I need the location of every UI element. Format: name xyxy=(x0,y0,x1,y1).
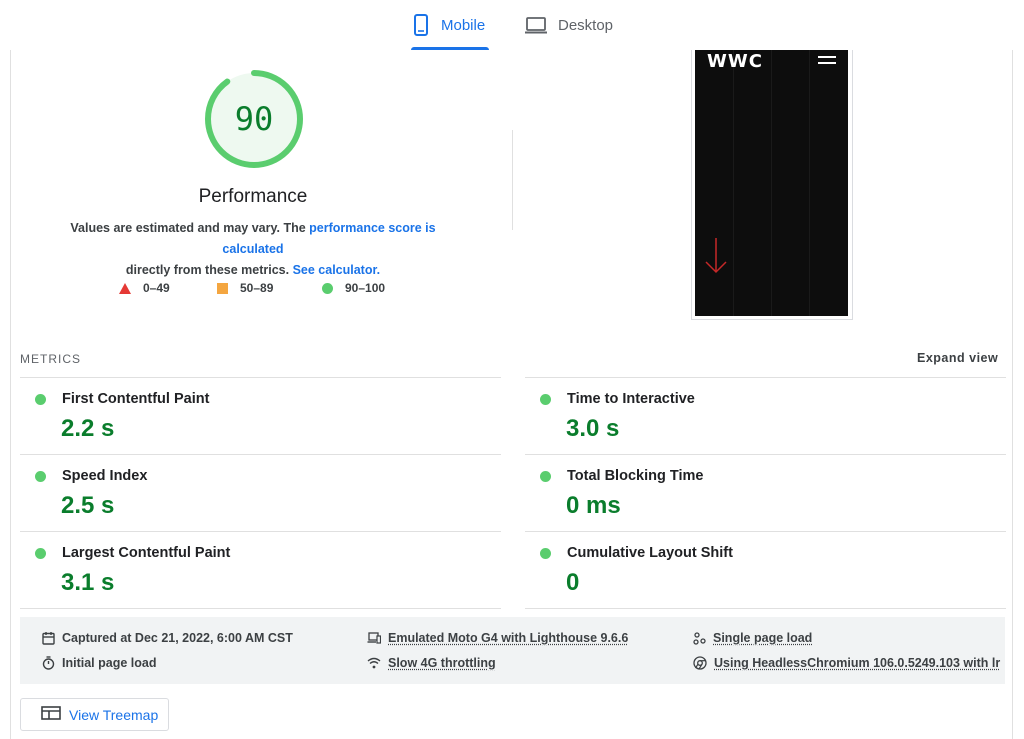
metric-value: 2.2 s xyxy=(61,415,115,442)
metric-value: 0 ms xyxy=(566,492,621,519)
pass-circle-icon xyxy=(35,548,46,559)
single-page-load-text: Single page load xyxy=(713,631,813,645)
single-page-load[interactable]: Single page load xyxy=(693,631,812,645)
browser-version[interactable]: Using HeadlessChromium 106.0.5249.103 wi… xyxy=(693,656,1000,670)
nodes-icon xyxy=(693,631,706,645)
wifi-icon xyxy=(367,657,381,669)
pass-circle-icon xyxy=(540,394,551,405)
performance-score: 90 xyxy=(234,100,274,138)
legend-pass: 90–100 xyxy=(322,281,385,295)
legend-fail-label: 0–49 xyxy=(143,281,170,295)
tab-mobile[interactable]: Mobile xyxy=(411,0,489,50)
metric-cumulative-layout-shift: Cumulative Layout Shift 0 xyxy=(525,531,1006,609)
laptop-icon xyxy=(524,15,548,35)
panel-border-left xyxy=(10,50,11,739)
treemap-icon xyxy=(41,706,61,723)
tab-desktop[interactable]: Desktop xyxy=(524,0,624,50)
chrome-icon xyxy=(693,656,707,670)
vertical-divider xyxy=(512,130,513,230)
legend-average-label: 50–89 xyxy=(240,281,274,295)
network-throttling[interactable]: Slow 4G throttling xyxy=(367,656,496,670)
pass-circle-icon xyxy=(540,471,551,482)
device-tabs: Mobile Desktop xyxy=(0,0,1024,50)
metrics-heading: METRICS xyxy=(20,352,81,366)
performance-description: Values are estimated and may vary. The p… xyxy=(40,218,466,281)
legend-fail: 0–49 xyxy=(119,281,170,295)
captured-at-text: Captured at Dec 21, 2022, 6:00 AM CST xyxy=(62,631,293,645)
network-throttling-text: Slow 4G throttling xyxy=(388,656,496,670)
captured-at: Captured at Dec 21, 2022, 6:00 AM CST xyxy=(42,631,293,645)
square-icon xyxy=(217,282,228,294)
metric-title: Cumulative Layout Shift xyxy=(567,545,733,561)
metric-value: 2.5 s xyxy=(61,492,115,519)
stopwatch-icon xyxy=(42,656,55,670)
runtime-settings: Captured at Dec 21, 2022, 6:00 AM CST In… xyxy=(20,617,1005,684)
legend-average: 50–89 xyxy=(217,281,273,295)
triangle-icon xyxy=(119,282,131,294)
desc-middle: directly from these metrics. xyxy=(125,263,293,277)
see-calculator-link[interactable]: See calculator. xyxy=(293,263,381,277)
expand-view-button[interactable]: Expand view xyxy=(917,351,998,365)
metric-value: 3.0 s xyxy=(566,415,620,442)
metric-speed-index: Speed Index 2.5 s xyxy=(20,454,501,532)
legend-pass-label: 90–100 xyxy=(345,281,386,295)
smartphone-icon xyxy=(411,14,431,36)
pass-circle-icon xyxy=(35,394,46,405)
metric-total-blocking-time: Total Blocking Time 0 ms xyxy=(525,454,1006,532)
calendar-icon xyxy=(42,631,55,645)
initial-page-load-text: Initial page load xyxy=(62,656,157,670)
site-logo: WWC xyxy=(707,51,763,72)
metric-title: Largest Contentful Paint xyxy=(62,545,231,561)
metric-title: Total Blocking Time xyxy=(567,468,704,484)
devices-icon xyxy=(367,632,381,644)
performance-gauge: 90 xyxy=(203,68,305,170)
panel-border-right xyxy=(1012,50,1013,739)
browser-version-text: Using HeadlessChromium 106.0.5249.103 wi… xyxy=(714,656,1001,670)
emulated-device-text: Emulated Moto G4 with Lighthouse 9.6.6 xyxy=(388,631,629,645)
circle-icon xyxy=(322,282,333,294)
metric-title: Time to Interactive xyxy=(567,391,695,407)
metric-title: First Contentful Paint xyxy=(62,391,210,407)
metric-first-contentful-paint: First Contentful Paint 2.2 s xyxy=(20,377,501,455)
metric-title: Speed Index xyxy=(62,468,148,484)
initial-page-load: Initial page load xyxy=(42,656,156,670)
pass-circle-icon xyxy=(540,548,551,559)
metric-value: 0 xyxy=(566,569,580,596)
arrow-down-icon xyxy=(705,238,727,279)
metric-value: 3.1 s xyxy=(61,569,115,596)
emulated-device[interactable]: Emulated Moto G4 with Lighthouse 9.6.6 xyxy=(367,631,628,645)
tab-desktop-label: Desktop xyxy=(558,16,614,34)
performance-title: Performance xyxy=(198,186,308,207)
final-screenshot: WWC xyxy=(695,50,848,316)
desc-prefix: Values are estimated and may vary. The xyxy=(70,221,310,235)
view-treemap-button[interactable]: View Treemap xyxy=(20,698,169,731)
view-treemap-label: View Treemap xyxy=(69,706,159,723)
tab-mobile-label: Mobile xyxy=(441,16,486,34)
metric-largest-contentful-paint: Largest Contentful Paint 3.1 s xyxy=(20,531,501,609)
hamburger-menu-icon xyxy=(818,56,836,64)
pass-circle-icon xyxy=(35,471,46,482)
metric-time-to-interactive: Time to Interactive 3.0 s xyxy=(525,377,1006,455)
